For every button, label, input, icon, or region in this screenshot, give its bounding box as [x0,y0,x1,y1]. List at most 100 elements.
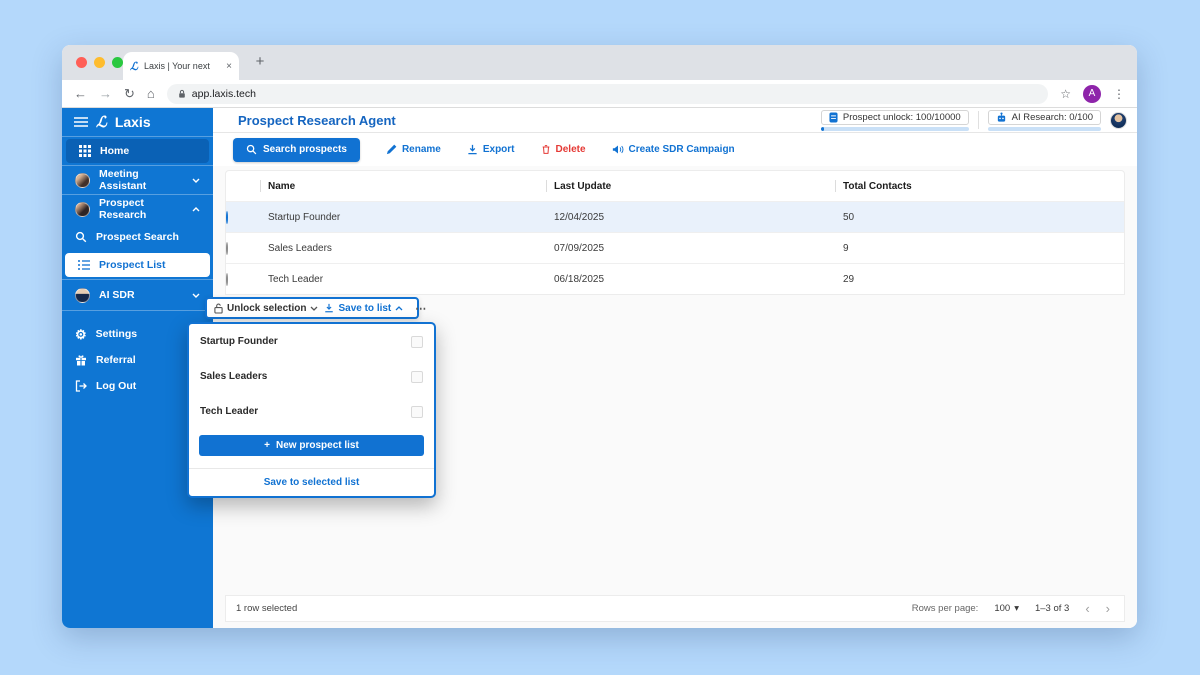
search-icon [75,231,87,243]
new-prospect-list-button[interactable]: + New prospect list [199,435,424,456]
reload-icon[interactable]: ↻ [124,87,135,100]
download-icon [467,144,478,155]
popup-list-item[interactable]: Startup Founder [189,324,434,359]
close-window-icon[interactable] [76,57,87,68]
laxis-favicon-icon: ℒ [130,60,138,73]
sidebar-item-label: Prospect List [99,259,166,271]
sidebar-item-label: Home [100,145,129,157]
row-radio[interactable] [226,242,228,255]
sidebar-item-prospect-research[interactable]: Prospect Research [62,195,213,223]
save-to-selected-list-link[interactable]: Save to selected list [189,469,434,488]
sidebar-item-prospect-list[interactable]: Prospect List [65,253,210,277]
gift-icon [75,354,87,366]
popup-list-item[interactable]: Tech Leader [189,394,434,429]
sidebar-item-prospect-search[interactable]: Prospect Search [62,223,213,251]
save-to-list-popup: Startup Founder Sales Leaders Tech Leade… [187,322,436,498]
action-toolbar: Search prospects Rename Export Delete Cr… [213,133,1137,166]
table-row[interactable]: Startup Founder 12/04/2025 50 [226,201,1124,232]
prospect-unlock-progress [821,127,969,131]
sidebar-item-label: Log Out [96,380,136,392]
prospect-unlock-badge: Prospect unlock: 100/10000 [821,110,969,131]
spacer [62,311,213,321]
row-last-update: 06/18/2025 [546,274,835,285]
menu-icon[interactable] [74,117,88,127]
previous-page-icon[interactable]: ‹ [1085,602,1089,615]
row-name: Tech Leader [260,274,546,285]
sidebar-item-label: Prospect Research [99,197,183,221]
usage-badges: Prospect unlock: 100/10000 AI Research: … [821,110,1127,131]
popup-checkbox[interactable] [411,371,423,383]
tab-close-icon[interactable]: × [226,61,232,72]
browser-home-icon[interactable]: ⌂ [147,87,155,100]
browser-menu-icon[interactable]: ⋮ [1113,87,1125,101]
export-button[interactable]: Export [467,144,515,155]
pencil-icon [386,144,397,155]
url-bar[interactable]: app.laxis.tech [167,84,1048,104]
laxis-logo-icon: ℒ [96,113,107,131]
table-row[interactable]: Sales Leaders 07/09/2025 9 [226,232,1124,263]
url-text: app.laxis.tech [192,88,256,100]
plus-icon: + [264,440,270,451]
row-radio-selected[interactable] [226,211,228,224]
sidebar-item-meeting-assistant[interactable]: Meeting Assistant [62,166,213,194]
popup-checkbox[interactable] [411,406,423,418]
forward-icon[interactable]: → [99,87,112,100]
divider [62,136,213,137]
browser-tab[interactable]: ℒ Laxis | Your next × [123,52,239,80]
save-to-list-button[interactable]: Save to list [324,303,403,314]
search-prospects-button[interactable]: Search prospects [233,138,360,162]
unlock-selection-button[interactable]: Unlock selection [214,303,318,314]
browser-toolbar: ← → ↻ ⌂ app.laxis.tech ☆ A ⋮ [62,80,1137,108]
browser-profile-avatar[interactable]: A [1083,85,1101,103]
rename-button[interactable]: Rename [386,144,441,155]
popup-checkbox[interactable] [411,336,423,348]
chevron-down-icon [310,306,318,311]
dropdown-arrow-icon: ▾ [1014,603,1019,614]
popup-item-label: Tech Leader [200,406,258,417]
create-sdr-campaign-button[interactable]: Create SDR Campaign [612,144,735,155]
sidebar-item-label: Meeting Assistant [99,168,183,192]
column-header-last-update[interactable]: Last Update [546,181,835,192]
brand-name: Laxis [115,114,151,130]
tab-strip: ℒ Laxis | Your next × + [62,45,1137,80]
lock-icon [178,89,186,99]
ai-sdr-avatar [75,288,90,303]
maximize-window-icon[interactable] [112,57,123,68]
popup-list-item[interactable]: Sales Leaders [189,359,434,394]
more-actions-icon[interactable]: ⋯ [415,302,427,315]
sidebar-item-label: Settings [96,328,137,340]
prospect-research-avatar [75,202,90,217]
prospect-list-table: Name Last Update Total Contacts Startup … [225,170,1125,295]
bookmark-star-icon[interactable]: ☆ [1060,87,1071,101]
rows-per-page-select[interactable]: 100 ▾ [994,603,1019,614]
ai-research-label: AI Research: 0/100 [1012,112,1093,123]
row-total-contacts: 29 [835,274,1124,285]
meeting-assistant-avatar [75,173,90,188]
row-radio[interactable] [226,273,228,286]
search-icon [246,144,257,155]
ai-research-progress [988,127,1101,131]
row-last-update: 12/04/2025 [546,212,835,223]
chevron-down-icon [192,178,200,183]
page-range-text: 1–3 of 3 [1035,603,1069,614]
sidebar-item-home[interactable]: Home [66,139,209,163]
unlock-icon [214,303,223,314]
delete-button[interactable]: Delete [541,144,586,155]
list-icon [78,260,90,270]
column-header-total-contacts[interactable]: Total Contacts [835,181,1124,192]
divider [978,111,979,129]
sidebar-item-label: Prospect Search [96,231,179,243]
browser-window: ℒ Laxis | Your next × + ← → ↻ ⌂ app.laxi… [62,45,1137,628]
new-tab-button[interactable]: + [250,53,270,70]
table-row[interactable]: Tech Leader 06/18/2025 29 [226,263,1124,294]
sidebar-item-ai-sdr[interactable]: AI SDR [62,280,213,310]
database-icon [829,112,838,123]
minimize-window-icon[interactable] [94,57,105,68]
user-avatar[interactable] [1110,112,1127,129]
back-icon[interactable]: ← [74,87,87,100]
popup-item-label: Startup Founder [200,336,278,347]
column-header-name[interactable]: Name [260,181,546,192]
window-controls[interactable] [76,57,123,68]
page-title: Prospect Research Agent [238,113,396,128]
next-page-icon[interactable]: › [1106,602,1110,615]
